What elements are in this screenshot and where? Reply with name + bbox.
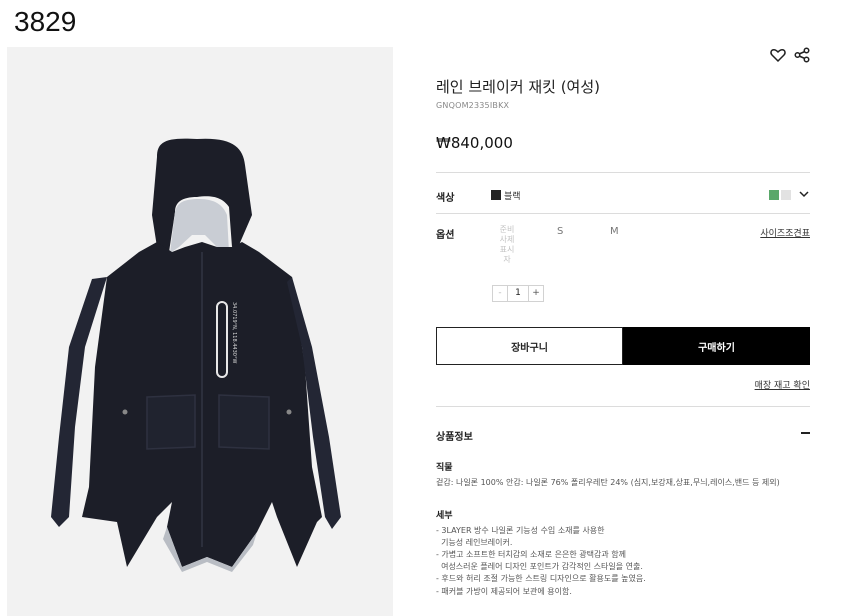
- color-swatch-green[interactable]: [769, 190, 779, 200]
- wishlist-heart-icon[interactable]: [769, 46, 787, 64]
- quantity-stepper: - 1 +: [492, 285, 544, 302]
- product-image: 34.0719°N, 118.4430°W: [7, 47, 393, 616]
- option-label: 옵션: [436, 230, 455, 241]
- product-code: GNQOM2335IBKX: [436, 101, 510, 110]
- material-heading: 직물: [436, 463, 453, 473]
- quantity-value[interactable]: 1: [507, 286, 529, 301]
- buy-now-button[interactable]: 구매하기: [623, 327, 810, 365]
- size-option-m[interactable]: M: [610, 226, 619, 237]
- feature-line: 기능성 레인브레이커.: [436, 538, 513, 547]
- feature-heading: 세부: [436, 511, 453, 521]
- divider: [436, 406, 810, 407]
- feature-line: - 가볍고 소프트한 터치감의 소재로 은은한 광택감과 함께: [436, 550, 626, 559]
- size-option-unavailable: 준비 사제 표시 자: [499, 225, 515, 264]
- feature-line: 여성스러운 플레어 디자인 포인트가 감각적인 스타일을 연출.: [436, 562, 643, 571]
- divider: [436, 213, 810, 214]
- feature-line: - 패커블 가방이 제공되어 보관에 용이함.: [436, 587, 572, 596]
- selected-color-chip: [491, 190, 501, 200]
- collapse-minus-icon[interactable]: [801, 432, 810, 434]
- store-stock-link[interactable]: 매장 재고 확인: [755, 378, 810, 391]
- selected-color-name: 블랙: [504, 192, 521, 202]
- color-swatch-grey[interactable]: [781, 190, 791, 200]
- page-id: 3829: [14, 6, 77, 37]
- material-text: 겉감: 나일론 100% 안감: 나일론 76% 폴리우레탄 24% (심지,보…: [436, 478, 780, 487]
- feature-line: - 후드와 허리 조절 가능한 스트링 디자인으로 활용도를 높였음.: [436, 574, 646, 583]
- color-label: 색상: [436, 193, 455, 204]
- quantity-plus-button[interactable]: +: [529, 286, 543, 301]
- size-option-s[interactable]: S: [557, 226, 563, 237]
- product-title: 레인 브레이커 재킷 (여성): [436, 78, 601, 96]
- divider: [436, 172, 810, 173]
- chevron-down-icon[interactable]: [798, 188, 810, 200]
- jacket-illustration: 34.0719°N, 118.4430°W: [51, 138, 341, 572]
- product-info-heading[interactable]: 상품정보: [436, 428, 473, 443]
- size-guide-link[interactable]: 사이즈조견표: [760, 226, 810, 239]
- quantity-minus-button[interactable]: -: [493, 286, 507, 301]
- product-price: ₩840,000: [436, 134, 513, 152]
- share-icon[interactable]: [793, 46, 811, 64]
- jacket-print-text: 34.0719°N, 118.4430°W: [231, 302, 237, 363]
- add-to-cart-button[interactable]: 장바구니: [436, 327, 623, 365]
- product-info-panel: 레인 브레이커 재킷 (여성) GNQOM2335IBKX ₩840,000 색…: [436, 0, 810, 616]
- feature-line: - 3LAYER 방수 나일론 기능성 수입 소재를 사용한: [436, 526, 605, 535]
